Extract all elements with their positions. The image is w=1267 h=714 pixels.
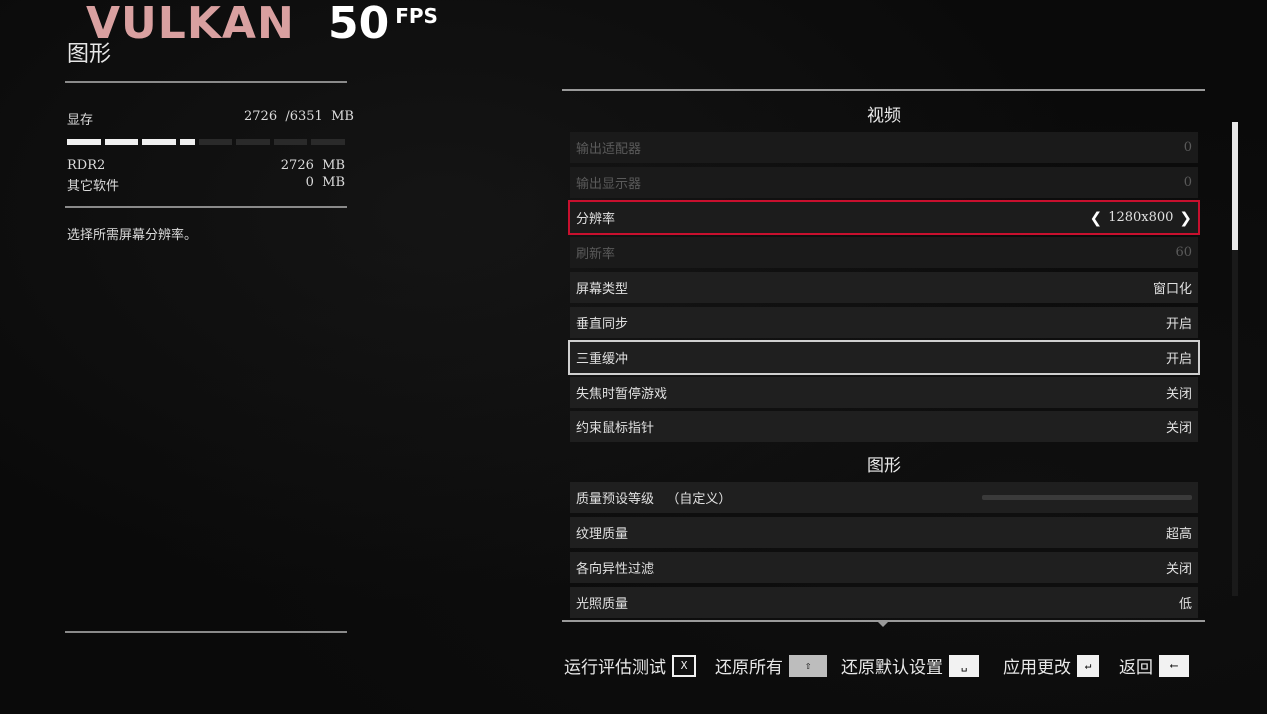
vram-value: 2726 /6351 MB — [244, 109, 354, 124]
usage-value: 0 MB — [305, 175, 345, 190]
setting-pause-on-focus-loss[interactable]: 失焦时暂停游戏 关闭 — [570, 377, 1198, 408]
vram-bar-segment — [236, 139, 270, 145]
key-backspace-icon: ⟵ — [1159, 654, 1189, 677]
section-header-graphics: 图形 — [867, 456, 901, 476]
usage-value: 2726 MB — [280, 158, 345, 173]
apply-changes-button[interactable]: 应用更改 ↵ — [1003, 653, 1099, 678]
setting-label: 纹理质量 — [576, 527, 629, 542]
setting-value: 开启 — [1165, 352, 1192, 367]
left-top-divider — [65, 81, 347, 83]
scroll-more-indicator-icon — [877, 621, 889, 627]
vram-label: 显存 — [67, 113, 94, 128]
setting-value: 低 — [1178, 597, 1192, 612]
setting-value: 0 — [1183, 175, 1192, 190]
restore-all-button[interactable]: 还原所有 ⇧ — [715, 653, 827, 678]
key-enter-icon: ↵ — [1077, 654, 1099, 677]
setting-value: 关闭 — [1165, 562, 1192, 577]
fps-value: 50 — [328, 0, 390, 49]
setting-label: 约束鼠标指针 — [576, 421, 655, 436]
chevron-left-icon[interactable]: ❮ — [1090, 209, 1103, 227]
usage-name: 其它软件 — [67, 179, 120, 194]
setting-triple-buffering[interactable]: 三重缓冲 开启 — [568, 340, 1200, 375]
setting-value: 1280x800 — [1108, 210, 1174, 225]
scrollbar-thumb[interactable] — [1232, 122, 1238, 250]
setting-value: 窗口化 — [1152, 282, 1192, 297]
fps-unit: FPS — [395, 4, 438, 28]
key-x-icon: X — [672, 654, 696, 677]
setting-value: 0 — [1183, 140, 1192, 155]
vram-bar-segment — [273, 139, 308, 145]
setting-output-adapter: 输出适配器 0 — [570, 132, 1198, 163]
vram-bar-segment — [104, 139, 139, 145]
vram-usage-bar — [67, 139, 346, 145]
setting-label: 屏幕类型 — [576, 282, 629, 297]
setting-label: 光照质量 — [576, 597, 629, 612]
setting-refresh-rate: 刷新率 60 — [570, 237, 1198, 268]
setting-texture-quality[interactable]: 纹理质量 超高 — [570, 517, 1198, 548]
usage-row-other: 其它软件 0 MB — [67, 175, 345, 194]
setting-constrain-mouse[interactable]: 约束鼠标指针 关闭 — [570, 411, 1198, 442]
setting-value: 60 — [1175, 245, 1192, 260]
setting-label: 分辨率 — [576, 212, 616, 227]
left-bottom-divider — [65, 631, 347, 633]
setting-label: 刷新率 — [576, 247, 616, 262]
vram-bar-segment — [179, 139, 195, 145]
usage-name: RDR2 — [67, 158, 106, 173]
fps-counter: 50 FPS — [328, 0, 438, 49]
apply-changes-label: 应用更改 — [1003, 658, 1071, 678]
setting-resolution[interactable]: 分辨率 ❮ 1280x800 ❯ — [568, 200, 1200, 235]
restore-defaults-label: 还原默认设置 — [841, 658, 943, 678]
quality-preset-slider[interactable] — [982, 495, 1192, 500]
setting-screen-type[interactable]: 屏幕类型 窗口化 — [570, 272, 1198, 303]
setting-label: 各向异性过滤 — [576, 562, 655, 577]
setting-label: 输出适配器 — [576, 142, 642, 157]
page-title: 图形 — [67, 42, 112, 67]
setting-label: 输出显示器 — [576, 177, 642, 192]
setting-value: 开启 — [1165, 317, 1192, 332]
setting-quality-preset[interactable]: 质量预设等级 （自定义） — [570, 482, 1198, 513]
setting-output-monitor: 输出显示器 0 — [570, 167, 1198, 198]
section-header-video: 视频 — [867, 106, 901, 126]
panel-top-divider — [562, 89, 1205, 91]
setting-description: 选择所需屏幕分辨率。 — [67, 228, 198, 243]
back-button[interactable]: 返回 ⟵ — [1119, 653, 1189, 678]
vram-bar-segment — [67, 139, 101, 145]
settings-scrollbar[interactable] — [1232, 122, 1238, 596]
setting-label: 失焦时暂停游戏 — [576, 387, 668, 402]
usage-row-rdr2: RDR2 2726 MB — [67, 158, 345, 173]
footer-actions: 运行评估测试 X 还原所有 ⇧ 还原默认设置 ␣ 应用更改 ↵ 返回 ⟵ — [0, 653, 1267, 683]
run-benchmark-label: 运行评估测试 — [564, 658, 666, 678]
key-shift-icon: ⇧ — [789, 654, 827, 677]
restore-defaults-button[interactable]: 还原默认设置 ␣ — [841, 653, 979, 678]
back-label: 返回 — [1119, 658, 1153, 678]
setting-value: 关闭 — [1165, 421, 1192, 436]
setting-label: 三重缓冲 — [576, 352, 629, 367]
run-benchmark-button[interactable]: 运行评估测试 X — [564, 653, 696, 678]
restore-all-label: 还原所有 — [715, 658, 783, 678]
setting-anisotropic-filtering[interactable]: 各向异性过滤 关闭 — [570, 552, 1198, 583]
api-overlay-label: VULKAN — [86, 0, 295, 49]
setting-label: 垂直同步 — [576, 317, 629, 332]
vram-bar-segment — [198, 139, 233, 145]
setting-value-group — [982, 495, 1192, 500]
vram-bar-segment — [142, 139, 176, 145]
setting-label: 质量预设等级 （自定义） — [576, 492, 732, 507]
setting-lighting-quality[interactable]: 光照质量 低 — [570, 587, 1198, 618]
setting-value: 关闭 — [1165, 387, 1192, 402]
key-space-icon: ␣ — [949, 654, 979, 677]
left-mid-divider — [65, 206, 347, 208]
setting-value: 超高 — [1165, 527, 1192, 542]
chevron-right-icon[interactable]: ❯ — [1179, 209, 1192, 227]
setting-value-group: ❮ 1280x800 ❯ — [1090, 209, 1192, 227]
vram-bar-segment — [311, 139, 346, 145]
setting-vsync[interactable]: 垂直同步 开启 — [570, 307, 1198, 338]
